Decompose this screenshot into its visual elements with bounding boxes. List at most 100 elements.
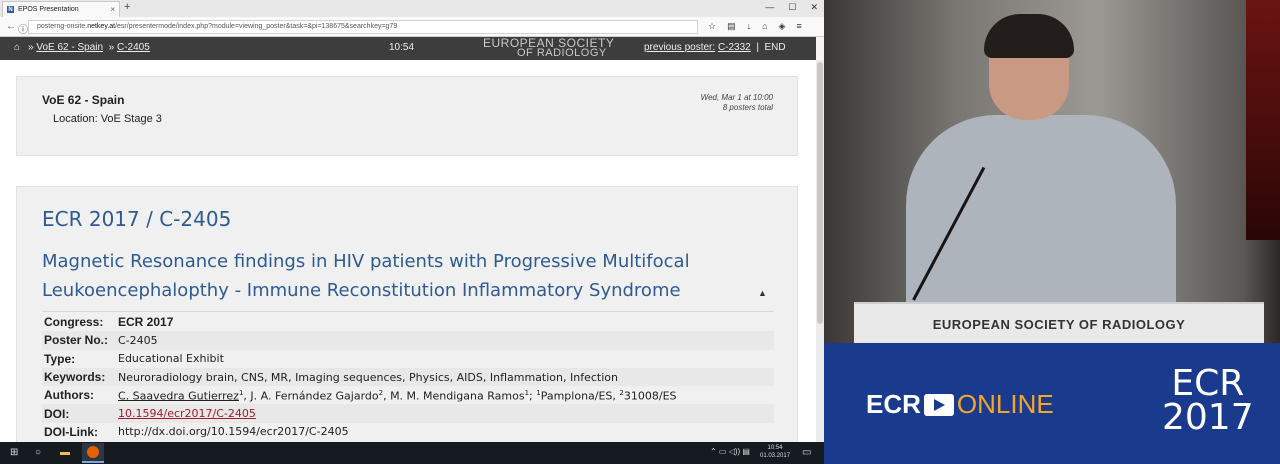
previous-poster-label[interactable]: previous poster: bbox=[644, 42, 715, 53]
podium: EUROPEAN SOCIETY OF RADIOLOGY bbox=[854, 302, 1264, 343]
reading-list-icon[interactable]: ▤ bbox=[727, 21, 736, 32]
meta-label: DOI: bbox=[44, 406, 70, 421]
session-info: Wed, Mar 1 at 10:00 8 posters total bbox=[701, 93, 773, 113]
tray-icons[interactable]: ⌃ ▭ ◁)) ▤ bbox=[710, 447, 750, 456]
file-explorer-icon[interactable]: ▬ bbox=[60, 447, 70, 458]
firefox-taskbar-icon[interactable] bbox=[82, 443, 104, 463]
tab-title: EPOS Presentation bbox=[18, 6, 79, 13]
affiliation-text: 31008/ES bbox=[623, 389, 677, 403]
home-icon[interactable]: ⌂ bbox=[762, 21, 767, 32]
poster-card: ECR 2017 / C-2405 Magnetic Resonance fin… bbox=[16, 186, 798, 442]
epos-header: ⌂ » VoE 62 - Spain » C-2405 10:54 EUROPE… bbox=[0, 37, 816, 60]
session-clock: 10:54 bbox=[389, 42, 415, 53]
meta-row-keywords: Keywords: Neuroradiology brain, CNS, MR,… bbox=[42, 367, 774, 387]
search-icon[interactable]: ○ bbox=[35, 447, 41, 458]
taskbar-clock: 10:54 01.03.2017 bbox=[760, 444, 790, 460]
previous-poster-link[interactable]: C-2332 bbox=[718, 42, 751, 53]
url-prefix: posterng-onsite. bbox=[37, 23, 88, 30]
meta-label: Authors: bbox=[44, 388, 94, 403]
meta-row-doi: DOI: 10.1594/ecr2017/C-2405 bbox=[42, 404, 774, 423]
meta-row-authors: Authors: C. Saavedra Gutierrez1, J. A. F… bbox=[42, 386, 774, 404]
meta-label: Poster No.: bbox=[44, 333, 109, 348]
author-text: , M. M. Mendigana Ramos bbox=[383, 389, 525, 403]
poster-no-value: C-2405 bbox=[118, 333, 158, 347]
meta-label: Keywords: bbox=[44, 370, 106, 385]
previous-poster-nav: previous poster: C-2332 | END bbox=[644, 42, 786, 53]
presentation-screen: N EPOS Presentation × + — ☐ ✕ ← ⓘ poster… bbox=[0, 0, 824, 464]
podium-text: EUROPEAN SOCIETY OF RADIOLOGY bbox=[932, 317, 1186, 332]
new-tab-icon[interactable]: + bbox=[124, 1, 130, 13]
session-title: VoE 62 - Spain bbox=[42, 93, 125, 107]
windows-start-icon[interactable]: ⊞ bbox=[10, 447, 18, 458]
online-text: ONLINE bbox=[956, 389, 1054, 419]
ecr-2017-logo: ECR 2017 bbox=[1162, 363, 1254, 438]
keywords-value: Neuroradiology brain, CNS, MR, Imaging s… bbox=[118, 370, 618, 384]
congress-value: ECR 2017 bbox=[118, 315, 174, 330]
session-location: Location: VoE Stage 3 bbox=[53, 113, 162, 125]
affiliation-text: Pamplona/ES, bbox=[540, 389, 620, 403]
breadcrumb-session[interactable]: VoE 62 - Spain bbox=[36, 42, 103, 53]
ecr-online-banner: ECR ONLINE ECR 2017 bbox=[824, 343, 1280, 464]
breadcrumb-poster[interactable]: C-2405 bbox=[117, 42, 150, 53]
taskbar-date: 01.03.2017 bbox=[760, 453, 791, 459]
poster-count: 8 posters total bbox=[722, 103, 773, 112]
minimize-icon[interactable]: — bbox=[765, 2, 774, 13]
scrollbar-thumb[interactable] bbox=[817, 62, 823, 324]
favicon-icon: N bbox=[7, 6, 14, 13]
browser-tabbar: N EPOS Presentation × + — ☐ ✕ bbox=[0, 0, 824, 17]
home-icon[interactable]: ⌂ bbox=[14, 42, 20, 53]
session-card: VoE 62 - Spain Location: VoE Stage 3 Wed… bbox=[16, 76, 798, 156]
ecr-online-logo: ECR ONLINE bbox=[866, 389, 1054, 420]
taskbar: ⊞ ○ ▬ ⌃ ▭ ◁)) ▤ 10:54 01.03.2017 ▭ bbox=[0, 442, 824, 464]
poster-id: ECR 2017 / C-2405 bbox=[42, 207, 232, 231]
bookmark-star-icon[interactable]: ☆ bbox=[708, 21, 716, 32]
meta-row-congress: Congress: ECR 2017 bbox=[42, 313, 774, 331]
doi-link[interactable]: 10.1594/ecr2017/C-2405 bbox=[118, 407, 256, 420]
divider bbox=[42, 311, 774, 312]
close-tab-icon[interactable]: × bbox=[110, 5, 115, 14]
session-date: Wed, Mar 1 at 10:00 bbox=[700, 93, 773, 102]
meta-label: DOI-Link: bbox=[44, 424, 98, 439]
page-content: VoE 62 - Spain Location: VoE Stage 3 Wed… bbox=[0, 60, 816, 442]
ecr-year-line2: 2017 bbox=[1162, 397, 1254, 438]
url-domain: netkey.at bbox=[87, 23, 116, 30]
authors-value: C. Saavedra Gutierrez1, J. A. Fernández … bbox=[118, 389, 677, 403]
mouse-cursor-icon: ▲ bbox=[758, 288, 767, 298]
meta-label: Congress: bbox=[44, 315, 104, 330]
notification-icon[interactable]: ▭ bbox=[802, 447, 811, 458]
pocket-icon[interactable]: ◈ bbox=[779, 21, 786, 32]
maximize-icon[interactable]: ☐ bbox=[788, 2, 796, 13]
url-path: /esr/presentermode/index.php?module=view… bbox=[115, 23, 398, 30]
window-controls: — ☐ ✕ bbox=[765, 2, 818, 13]
meta-row-doilink: DOI-Link: http://dx.doi.org/10.1594/ecr2… bbox=[42, 423, 774, 441]
info-icon[interactable]: ⓘ bbox=[18, 21, 28, 36]
background-flag bbox=[1246, 0, 1280, 240]
browser-tab[interactable]: N EPOS Presentation × bbox=[2, 1, 120, 17]
author-text: , J. A. Fernández Gajardo bbox=[243, 389, 379, 403]
poster-metadata: Congress: ECR 2017 Poster No.: C-2405 Ty… bbox=[42, 313, 774, 441]
ecr-text: ECR bbox=[866, 389, 921, 419]
esr-logo: EUROPEAN SOCIETY OF RADIOLOGY bbox=[483, 37, 637, 59]
nav-separator: | bbox=[756, 42, 759, 53]
ecr-year-line1: ECR bbox=[1171, 363, 1245, 404]
end-button[interactable]: END bbox=[764, 42, 785, 53]
browser-tools: ☆ ▤ ↓ ⌂ ◈ ≡ bbox=[708, 21, 802, 32]
close-window-icon[interactable]: ✕ bbox=[810, 2, 818, 13]
download-icon[interactable]: ↓ bbox=[747, 21, 752, 32]
play-icon bbox=[923, 393, 954, 416]
breadcrumb: » VoE 62 - Spain » C-2405 bbox=[28, 42, 150, 53]
meta-label: Type: bbox=[44, 351, 76, 366]
url-field[interactable]: posterng-onsite.netkey.at/esr/presenterm… bbox=[28, 20, 698, 34]
browser-toolbar: ← ⓘ posterng-onsite.netkey.at/esr/presen… bbox=[0, 17, 824, 37]
taskbar-time: 10:54 bbox=[767, 445, 783, 451]
type-value: Educational Exhibit bbox=[118, 352, 224, 366]
doilink-value: http://dx.doi.org/10.1594/ecr2017/C-2405 bbox=[118, 425, 349, 439]
poster-title: Magnetic Resonance findings in HIV patie… bbox=[42, 251, 690, 301]
meta-row-poster-no: Poster No.: C-2405 bbox=[42, 331, 774, 350]
meta-row-type: Type: Educational Exhibit bbox=[42, 350, 774, 368]
speaker-video: EUROPEAN SOCIETY OF RADIOLOGY bbox=[824, 0, 1280, 343]
back-icon[interactable]: ← bbox=[6, 21, 16, 32]
speaker-hair bbox=[984, 14, 1074, 58]
menu-icon[interactable]: ≡ bbox=[796, 21, 801, 32]
author-link[interactable]: C. Saavedra Gutierrez bbox=[118, 389, 239, 402]
